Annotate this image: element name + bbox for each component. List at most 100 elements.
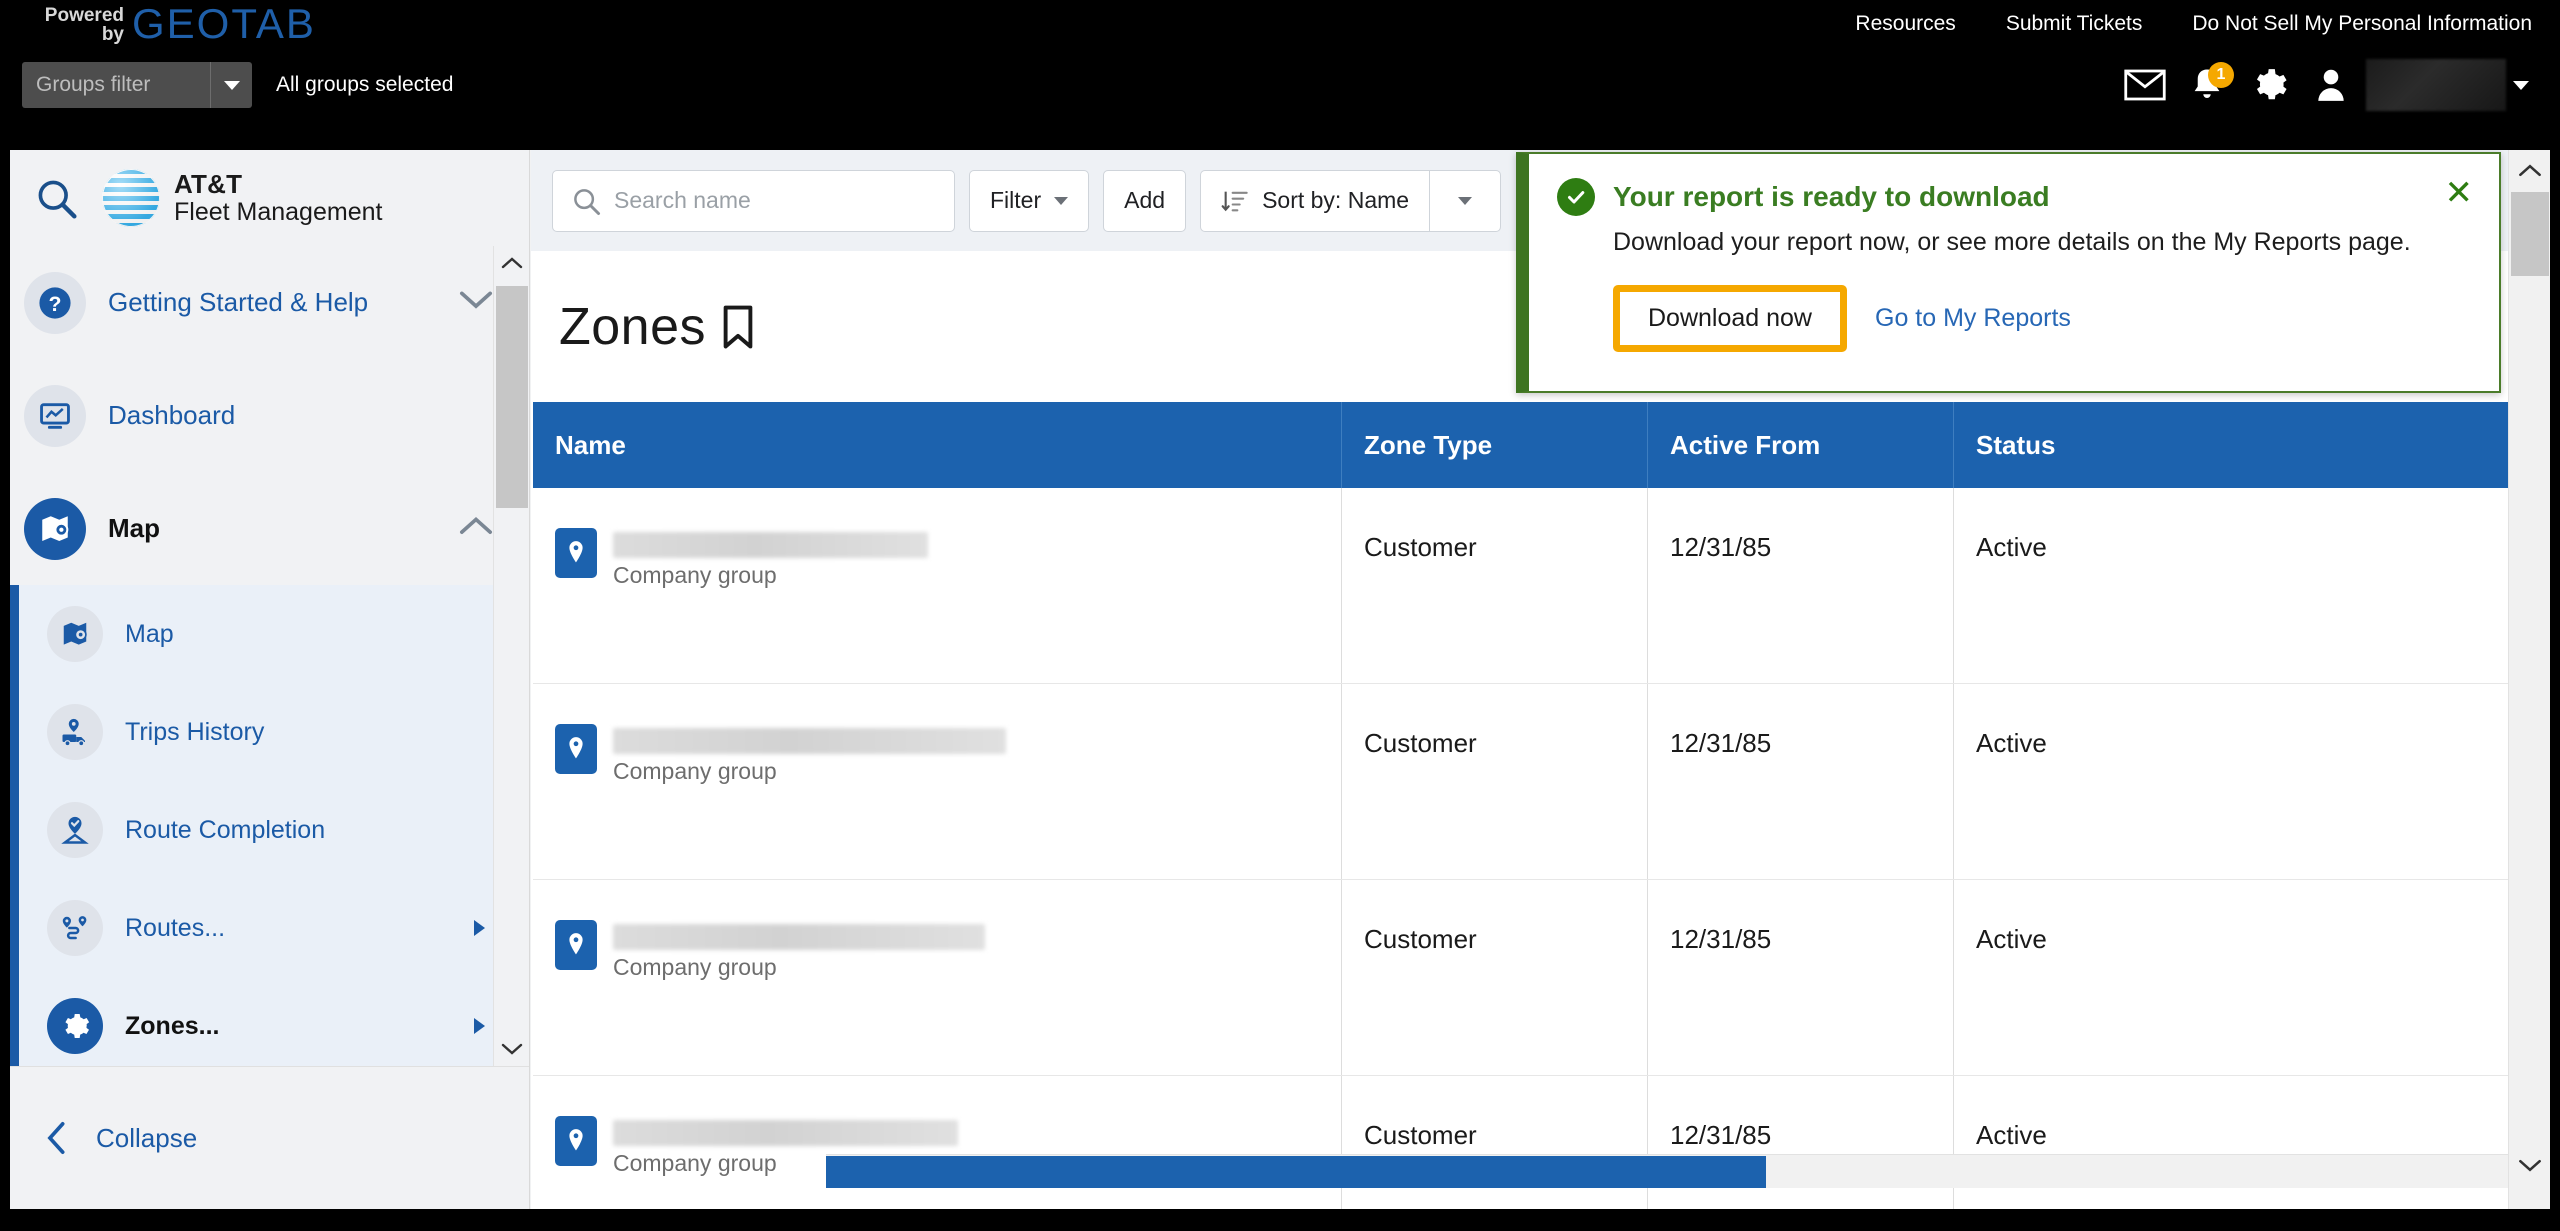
- chevron-left-icon: [47, 1121, 65, 1155]
- sidebar-item-label: Routes...: [125, 913, 226, 942]
- sidebar-item-map-sub[interactable]: Map: [19, 585, 529, 683]
- sidebar-collapse-button[interactable]: Collapse: [10, 1066, 529, 1209]
- att-brand-text: AT&T Fleet Management: [174, 170, 382, 224]
- zone-name-redacted: [613, 532, 928, 558]
- screen: Powered by GEOTAB Resources Submit Ticke…: [0, 0, 2560, 1231]
- search-input[interactable]: Search name: [552, 169, 955, 232]
- sidebar-scrollbar-thumb[interactable]: [496, 286, 528, 508]
- zone-group-label: Company group: [613, 758, 777, 784]
- zone-name-block: Company group: [613, 728, 1006, 785]
- toast-close-button[interactable]: ✕: [2445, 176, 2474, 210]
- table-row[interactable]: Company group Customer 12/31/85 Active: [533, 684, 2545, 880]
- go-to-my-reports-link[interactable]: Go to My Reports: [1875, 304, 2071, 333]
- gear-icon: [2256, 69, 2287, 100]
- success-check-icon: [1557, 178, 1595, 216]
- cell-zone-type: Customer: [1342, 1076, 1648, 1209]
- scroll-down-icon[interactable]: [494, 1032, 530, 1066]
- search-icon: [38, 180, 77, 219]
- horizontal-scrollbar-thumb[interactable]: [826, 1156, 1766, 1188]
- column-header-status[interactable]: Status: [1954, 402, 2545, 488]
- add-button[interactable]: Add: [1103, 169, 1187, 232]
- chevron-down-icon[interactable]: [459, 290, 493, 315]
- sidebar: AT&T Fleet Management ? Getting Started …: [10, 150, 530, 1209]
- table-row[interactable]: Company group Customer 12/31/85 Active: [533, 488, 2545, 684]
- sidebar-item-dashboard[interactable]: Dashboard: [10, 359, 529, 472]
- att-globe-logo-icon: [102, 169, 160, 227]
- cell-zone-type: Customer: [1342, 880, 1648, 1075]
- att-brand: AT&T Fleet Management: [102, 169, 382, 227]
- column-header-active-from[interactable]: Active From: [1648, 402, 1954, 488]
- notification-badge: 1: [2208, 62, 2234, 88]
- user-menu-caret[interactable]: [2506, 80, 2536, 90]
- zones-icon: [47, 998, 103, 1054]
- zone-name-redacted: [613, 728, 1006, 754]
- column-header-zone-type[interactable]: Zone Type: [1342, 402, 1648, 488]
- cell-active-from: 12/31/85: [1648, 1076, 1954, 1209]
- sidebar-item-trips-history[interactable]: Trips History: [19, 683, 529, 781]
- chevron-right-icon[interactable]: [474, 920, 485, 936]
- mail-icon: [2124, 69, 2166, 101]
- sidebar-item-label: Zones...: [125, 1011, 220, 1040]
- sidebar-search-button[interactable]: [10, 176, 102, 220]
- cell-active-from: 12/31/85: [1648, 880, 1954, 1075]
- sort-by-button[interactable]: Sort by: Name: [1200, 169, 1430, 232]
- sidebar-item-route-completion[interactable]: Route Completion: [19, 781, 529, 879]
- sidebar-item-map[interactable]: Map: [10, 472, 529, 585]
- toast-header: Your report is ready to download: [1557, 178, 2469, 216]
- search-icon: [574, 188, 600, 215]
- sidebar-item-label: Getting Started & Help: [108, 287, 369, 317]
- dashboard-icon: [24, 384, 86, 447]
- cell-active-from: 12/31/85: [1648, 684, 1954, 879]
- table-row[interactable]: Company group Customer 12/31/85 Active: [533, 880, 2545, 1076]
- chevron-down-icon: [1458, 196, 1473, 205]
- header-icon-group: 1: [2114, 59, 2536, 111]
- sidebar-scrollbar[interactable]: [493, 246, 529, 1066]
- settings-button[interactable]: [2238, 62, 2300, 108]
- scroll-up-icon[interactable]: [2509, 150, 2550, 190]
- link-submit-tickets[interactable]: Submit Tickets: [2006, 12, 2143, 36]
- groups-filter-dropdown[interactable]: Groups filter: [22, 62, 252, 108]
- scroll-down-icon[interactable]: [2509, 1145, 2550, 1185]
- cell-zone-type: Customer: [1342, 684, 1648, 879]
- chevron-right-icon[interactable]: [474, 1018, 485, 1034]
- cell-active-from: 12/31/85: [1648, 488, 1954, 683]
- link-do-not-sell[interactable]: Do Not Sell My Personal Information: [2192, 12, 2532, 36]
- sidebar-item-routes[interactable]: Routes...: [19, 879, 529, 977]
- zone-group-label: Company group: [613, 954, 777, 980]
- page-vertical-scrollbar[interactable]: [2508, 150, 2550, 1209]
- question-icon: ?: [24, 271, 86, 334]
- sidebar-item-label: Map: [125, 619, 174, 648]
- sidebar-item-label: Dashboard: [108, 400, 236, 430]
- map-icon: [24, 497, 86, 560]
- cell-status: Active: [1976, 532, 2047, 562]
- filter-button[interactable]: Filter: [969, 169, 1090, 232]
- sort-direction-dropdown[interactable]: [1429, 169, 1502, 232]
- zone-pin-icon: [555, 528, 597, 578]
- mail-icon-button[interactable]: [2114, 62, 2176, 108]
- scroll-up-icon[interactable]: [494, 246, 530, 280]
- page-vertical-scrollbar-thumb[interactable]: [2511, 192, 2549, 276]
- powered-line-1: Powered: [44, 5, 124, 26]
- sidebar-scroll-area: ? Getting Started & Help Dashboard Map M…: [10, 246, 529, 1066]
- chevron-up-icon[interactable]: [459, 516, 493, 541]
- link-resources[interactable]: Resources: [1855, 12, 1955, 36]
- toast-inner: Your report is ready to download Downloa…: [1529, 154, 2499, 391]
- notifications-button[interactable]: 1: [2176, 62, 2238, 108]
- sidebar-item-zones[interactable]: Zones...: [19, 977, 529, 1066]
- sidebar-item-getting-started[interactable]: ? Getting Started & Help: [10, 246, 529, 359]
- horizontal-scrollbar[interactable]: [826, 1154, 2508, 1188]
- groups-filter-caret[interactable]: [210, 62, 252, 108]
- report-ready-toast: Your report is ready to download Downloa…: [1516, 152, 2501, 393]
- groups-selected-label: All groups selected: [276, 73, 454, 96]
- sort-by-label: Sort by: Name: [1262, 187, 1410, 213]
- download-now-button[interactable]: Download now: [1613, 285, 1847, 352]
- table-row[interactable]: Company group Customer 12/31/85 Active: [533, 1076, 2545, 1209]
- toast-title: Your report is ready to download: [1613, 181, 2050, 212]
- user-profile-button[interactable]: [2300, 62, 2362, 108]
- geotab-logo: GEOTAB: [132, 4, 316, 47]
- chevron-down-icon: [1054, 196, 1069, 205]
- chevron-down-icon: [223, 80, 240, 90]
- chevron-down-icon: [2513, 80, 2529, 90]
- column-header-name[interactable]: Name: [533, 402, 1342, 488]
- bookmark-icon[interactable]: [720, 304, 756, 350]
